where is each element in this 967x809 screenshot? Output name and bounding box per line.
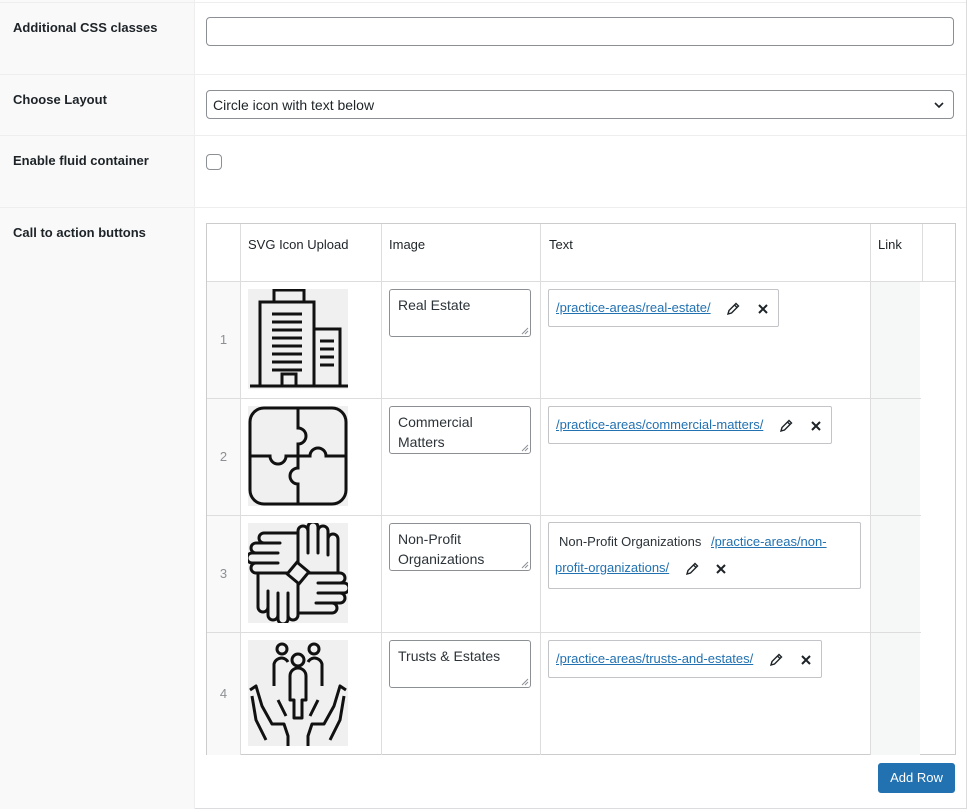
row-number[interactable]: 4 — [207, 633, 240, 755]
hands-together-icon[interactable] — [248, 523, 348, 623]
link-url[interactable]: /practice-areas/commercial-matters/ — [556, 417, 763, 432]
image-textarea[interactable]: Real Estate — [389, 289, 531, 337]
row-number[interactable]: 3 — [207, 516, 240, 632]
layout-selected-value: Circle icon with text below — [213, 97, 375, 113]
image-textarea[interactable]: Trusts & Estates — [389, 640, 531, 688]
resize-grip-icon[interactable] — [521, 678, 529, 686]
resize-grip-icon[interactable] — [521, 561, 529, 569]
layout-label: Choose Layout — [13, 92, 107, 107]
css-classes-input[interactable] — [206, 17, 954, 46]
puzzle-icon[interactable] — [248, 406, 348, 506]
pencil-icon[interactable] — [726, 302, 740, 316]
resize-grip-icon[interactable] — [521, 327, 529, 335]
close-icon[interactable] — [809, 419, 823, 433]
row-divider — [207, 281, 955, 282]
header-link: Link — [878, 237, 902, 252]
link-display: /practice-areas/real-estate/ — [548, 289, 779, 327]
divider — [0, 2, 966, 3]
link-display: /practice-areas/commercial-matters/ — [548, 406, 832, 444]
header-image: Image — [389, 237, 426, 252]
image-text-value: Commercial Matters — [398, 414, 473, 450]
pencil-icon[interactable] — [769, 653, 783, 667]
pencil-icon[interactable] — [779, 419, 793, 433]
close-icon[interactable] — [756, 302, 770, 316]
image-text-value: Non-Profit Organizations — [398, 531, 485, 567]
row-divider — [207, 632, 921, 633]
image-text-value: Trusts & Estates — [398, 648, 501, 664]
link-display: /practice-areas/trusts-and-estates/ — [548, 640, 822, 678]
divider — [0, 135, 966, 136]
row-divider — [207, 398, 921, 399]
divider — [0, 74, 966, 75]
row-number[interactable]: 1 — [207, 282, 240, 398]
image-textarea[interactable]: Non-Profit Organizations — [389, 523, 531, 571]
fluid-container-checkbox[interactable] — [206, 154, 222, 170]
row-number[interactable]: 2 — [207, 399, 240, 515]
building-icon[interactable] — [248, 289, 348, 389]
column-divider — [870, 224, 871, 755]
chevron-down-icon — [934, 102, 944, 109]
header-svg-icon: SVG Icon Upload — [248, 237, 349, 252]
close-icon[interactable] — [714, 562, 728, 576]
row-divider — [207, 515, 921, 516]
image-text-value: Real Estate — [398, 297, 471, 313]
column-divider — [540, 224, 541, 755]
link-url[interactable]: /practice-areas/non- — [711, 534, 827, 549]
fluid-container-label: Enable fluid container — [13, 153, 149, 168]
image-textarea[interactable]: Commercial Matters — [389, 406, 531, 454]
column-divider — [922, 224, 923, 281]
close-icon[interactable] — [799, 653, 813, 667]
link-column-bg — [870, 281, 920, 755]
link-url-continued[interactable]: profit-organizations/ — [555, 560, 669, 575]
family-in-hands-icon[interactable] — [248, 640, 348, 746]
label-column — [0, 0, 195, 809]
header-text: Text — [549, 237, 573, 252]
link-url[interactable]: /practice-areas/trusts-and-estates/ — [556, 651, 753, 666]
link-display: Non-Profit Organizations /practice-areas… — [548, 522, 861, 589]
column-divider — [381, 224, 382, 755]
css-classes-label: Additional CSS classes — [13, 20, 158, 35]
divider — [0, 207, 966, 208]
layout-select[interactable]: Circle icon with text below — [206, 90, 954, 119]
pencil-icon[interactable] — [685, 562, 699, 576]
link-url[interactable]: /practice-areas/real-estate/ — [556, 300, 711, 315]
cta-repeater-table: SVG Icon Upload Image Text Link 1 Real E… — [206, 223, 956, 755]
resize-grip-icon[interactable] — [521, 444, 529, 452]
add-row-button[interactable]: Add Row — [878, 763, 955, 793]
cta-buttons-label: Call to action buttons — [13, 225, 146, 240]
column-divider — [240, 224, 241, 755]
link-title: Non-Profit Organizations — [559, 534, 702, 549]
